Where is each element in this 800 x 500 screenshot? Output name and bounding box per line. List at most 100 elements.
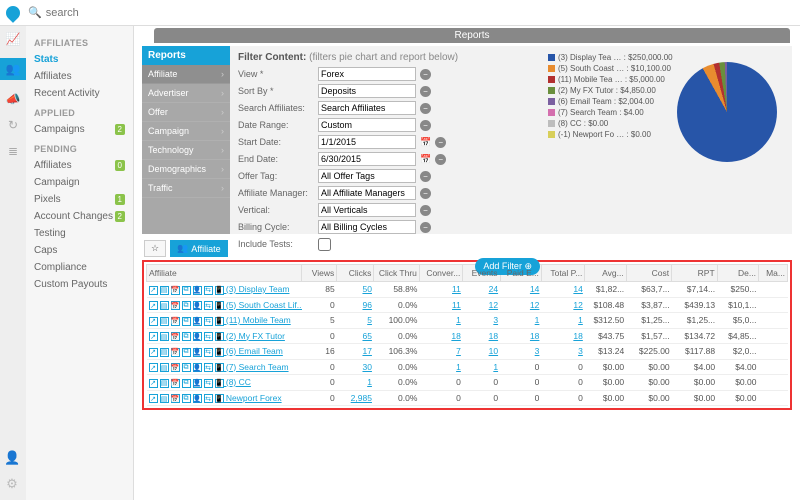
rail-refresh-icon[interactable]: ↻ (6, 118, 20, 132)
rail-megaphone-icon[interactable]: 📣 (6, 92, 20, 106)
rail-affiliates-icon[interactable]: 👥 (0, 58, 26, 80)
remove-filter-icon[interactable]: − (420, 222, 431, 233)
row-action-icon[interactable]: 📅 (171, 348, 180, 357)
row-action-icon[interactable]: ⧉ (182, 363, 191, 372)
grid-header[interactable]: Paid E... (500, 265, 541, 282)
row-action-icon[interactable]: ⧉ (182, 301, 191, 310)
row-action-icon[interactable]: ▤ (160, 301, 169, 310)
grid-header[interactable]: Total P... (541, 265, 584, 282)
grid-cell-link[interactable]: 30 (362, 362, 371, 372)
row-action-icon[interactable]: 📅 (171, 332, 180, 341)
rail-list-icon[interactable]: ≣ (6, 144, 20, 158)
sidebar-item-compliance[interactable]: Compliance (34, 259, 125, 276)
row-action-icon[interactable]: 📅 (171, 286, 180, 295)
row-action-icon[interactable]: ▤ (160, 286, 169, 295)
row-action-icon[interactable]: ⧉ (182, 286, 191, 295)
sidebar-item-caps[interactable]: Caps (34, 242, 125, 259)
sidebar-item-recent-activity[interactable]: Recent Activity (34, 85, 125, 102)
grid-header[interactable]: Avg... (585, 265, 626, 282)
row-action-icon[interactable]: ⧉ (182, 379, 191, 388)
grid-header[interactable]: Cost (626, 265, 671, 282)
row-action-icon[interactable]: ▤ (160, 332, 169, 341)
row-action-icon[interactable]: 📅 (171, 301, 180, 310)
remove-filter-icon[interactable]: − (435, 154, 446, 165)
row-action-icon[interactable]: ⇆ (204, 363, 213, 372)
row-action-icon[interactable]: ▤ (160, 363, 169, 372)
row-action-icon[interactable]: 👤 (193, 394, 202, 403)
grid-cell-link[interactable]: 2,985 (351, 393, 372, 403)
grid-header[interactable]: Conver... (419, 265, 462, 282)
rail-chart-icon[interactable]: 📈 (6, 32, 20, 46)
affiliate-link[interactable]: (6) Email Team (224, 346, 283, 356)
row-action-icon[interactable]: 📅 (171, 379, 180, 388)
remove-filter-icon[interactable]: − (420, 205, 431, 216)
grid-cell-link[interactable]: 18 (573, 331, 582, 341)
calendar-icon[interactable]: 📅 (420, 154, 431, 165)
grid-cell-link[interactable]: 1 (456, 362, 461, 372)
filter-input[interactable] (318, 67, 416, 81)
remove-filter-icon[interactable]: − (435, 137, 446, 148)
row-action-icon[interactable]: ⇆ (204, 332, 213, 341)
filter-input[interactable] (318, 135, 416, 149)
filter-input[interactable] (318, 203, 416, 217)
row-action-icon[interactable]: 👤 (193, 286, 202, 295)
row-action-icon[interactable]: 👤 (193, 348, 202, 357)
row-action-icon[interactable]: ↗ (149, 317, 158, 326)
row-action-icon[interactable]: 👤 (193, 363, 202, 372)
row-action-icon[interactable]: ↗ (149, 394, 158, 403)
sidebar-item-affiliates[interactable]: Affiliates (34, 68, 125, 85)
row-action-icon[interactable]: 📱 (215, 286, 224, 295)
reports-nav-campaign[interactable]: Campaign› (142, 122, 230, 141)
grid-cell-link[interactable]: 11 (452, 300, 461, 310)
grid-cell-link[interactable]: 18 (530, 331, 539, 341)
sidebar-item-account-changes[interactable]: Account Changes2 (34, 208, 125, 225)
grid-cell-link[interactable]: 1 (367, 377, 372, 387)
grid-cell-link[interactable]: 1 (578, 315, 583, 325)
grid-cell-link[interactable]: 12 (573, 300, 582, 310)
filter-input[interactable] (318, 169, 416, 183)
grid-header[interactable]: Events (463, 265, 500, 282)
row-action-icon[interactable]: ⇆ (204, 301, 213, 310)
row-action-icon[interactable]: ↗ (149, 379, 158, 388)
row-action-icon[interactable]: ▤ (160, 317, 169, 326)
sidebar-item-pixels[interactable]: Pixels1 (34, 191, 125, 208)
sidebar-item-stats[interactable]: Stats (34, 51, 125, 68)
remove-filter-icon[interactable]: − (420, 103, 431, 114)
remove-filter-icon[interactable]: − (420, 188, 431, 199)
grid-cell-link[interactable]: 14 (573, 284, 582, 294)
filter-input[interactable] (318, 118, 416, 132)
grid-cell-link[interactable]: 14 (530, 284, 539, 294)
settings-icon[interactable]: ⚙ (4, 476, 20, 492)
reports-nav-technology[interactable]: Technology› (142, 141, 230, 160)
row-action-icon[interactable]: ↗ (149, 286, 158, 295)
grid-cell-link[interactable]: 18 (489, 331, 498, 341)
grid-cell-link[interactable]: 5 (367, 315, 372, 325)
sidebar-item-affiliates[interactable]: Affiliates0 (34, 157, 125, 174)
grid-cell-link[interactable]: 1 (535, 315, 540, 325)
row-action-icon[interactable]: 📅 (171, 363, 180, 372)
grid-cell-link[interactable]: 18 (451, 331, 460, 341)
grid-cell-link[interactable]: 3 (578, 346, 583, 356)
row-action-icon[interactable]: ⇆ (204, 394, 213, 403)
search-input[interactable] (46, 7, 166, 19)
filter-input[interactable] (318, 84, 416, 98)
affiliate-link[interactable]: (8) CC (224, 377, 251, 387)
row-action-icon[interactable]: ⧉ (182, 317, 191, 326)
filter-input[interactable] (318, 220, 416, 234)
grid-header[interactable]: Clicks (337, 265, 374, 282)
grid-header[interactable]: Click Thru (374, 265, 419, 282)
grid-cell-link[interactable]: 7 (456, 346, 461, 356)
grid-cell-link[interactable]: 12 (530, 300, 539, 310)
row-action-icon[interactable]: 👤 (193, 332, 202, 341)
affiliate-link[interactable]: Newport Forex (224, 393, 282, 403)
reports-nav-traffic[interactable]: Traffic› (142, 179, 230, 198)
grid-header[interactable]: Affiliate (147, 265, 302, 282)
affiliate-link[interactable]: (11) Mobile Team (224, 315, 291, 325)
tab-star[interactable]: ☆ (144, 240, 166, 257)
row-action-icon[interactable]: ⧉ (182, 348, 191, 357)
affiliate-link[interactable]: (7) Search Team (224, 362, 289, 372)
filter-checkbox[interactable] (318, 238, 331, 251)
calendar-icon[interactable]: 📅 (420, 137, 431, 148)
grid-header[interactable]: Views (302, 265, 337, 282)
row-action-icon[interactable]: ▤ (160, 348, 169, 357)
